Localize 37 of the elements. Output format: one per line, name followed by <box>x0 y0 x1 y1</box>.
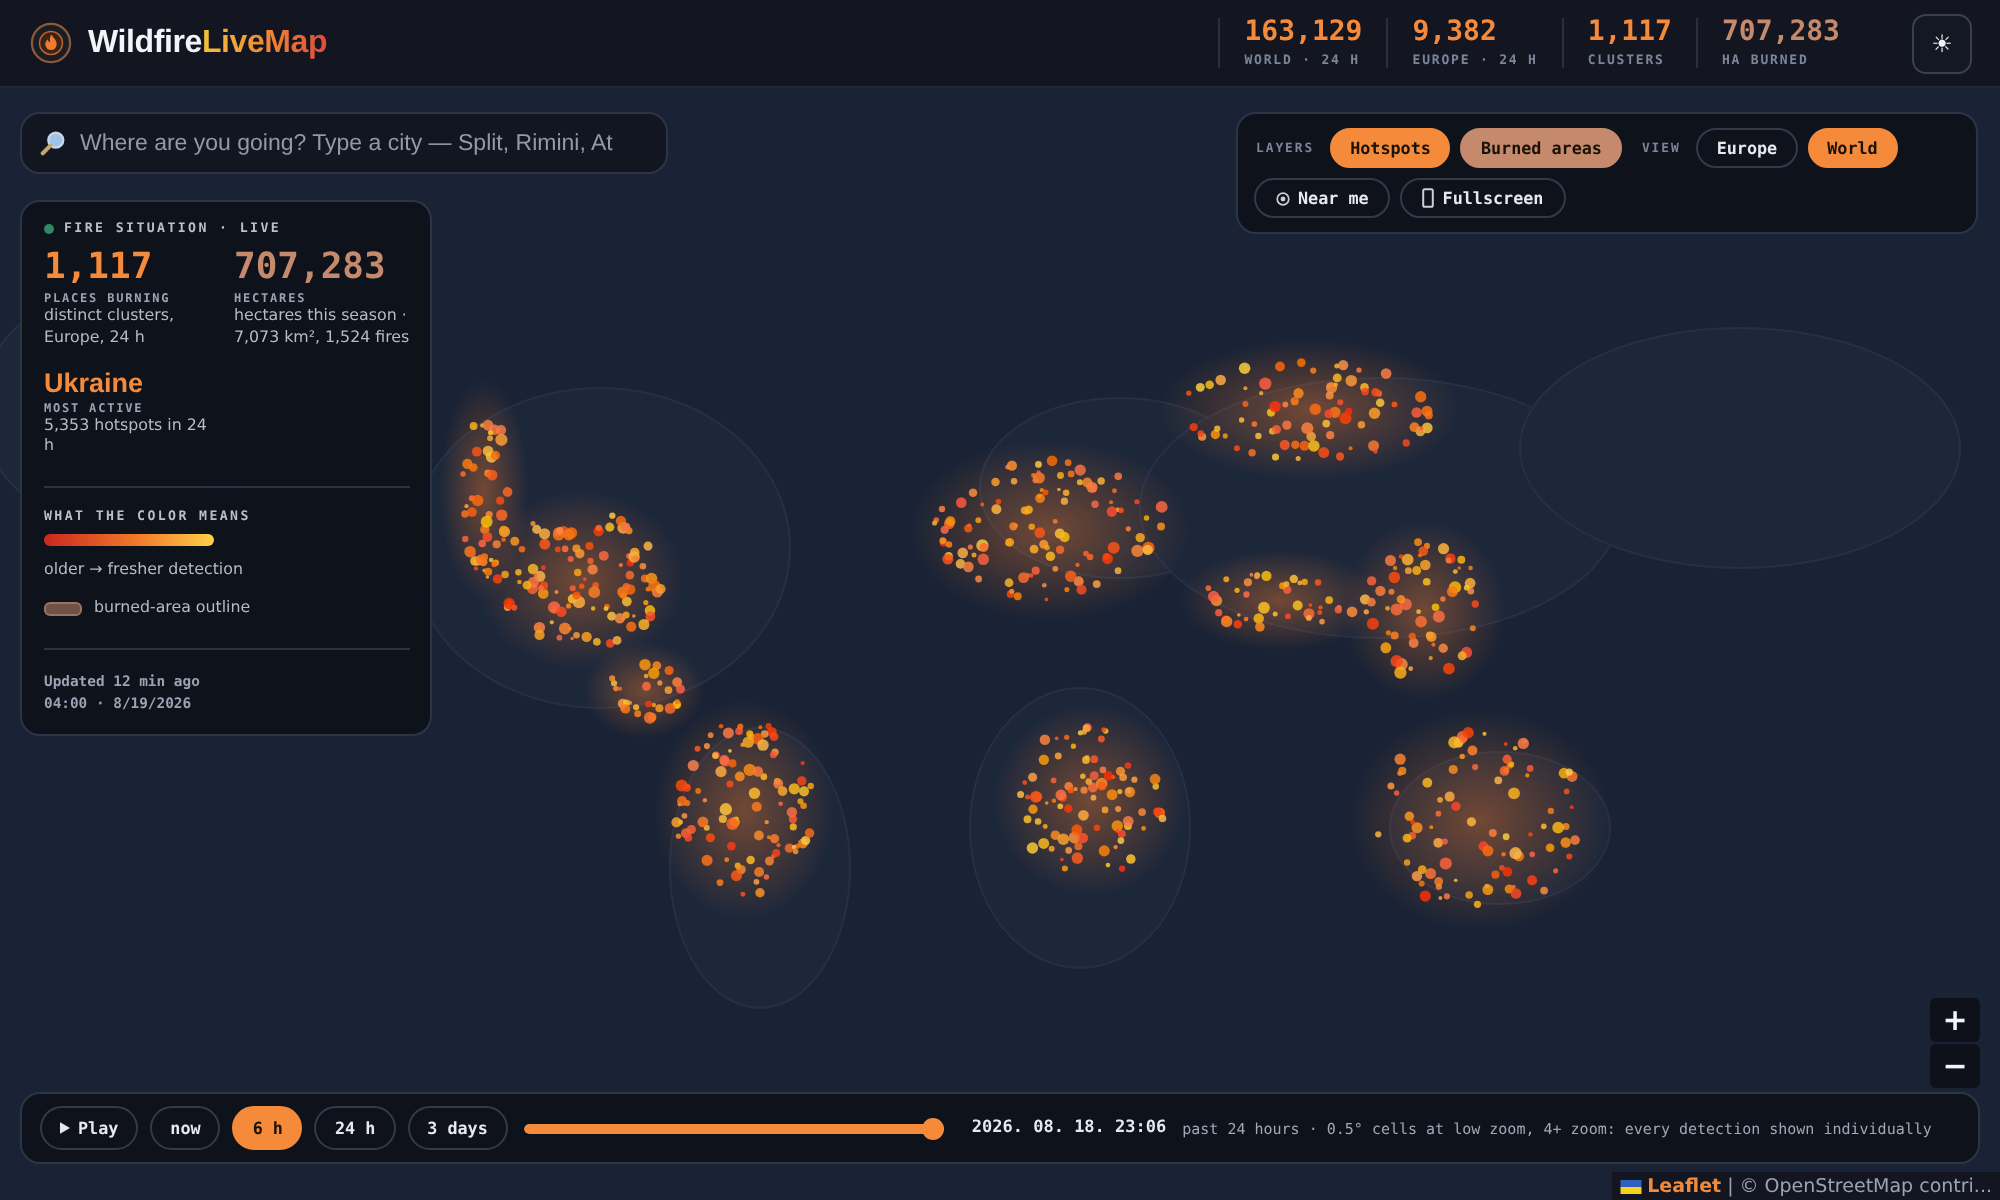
attribution-text: | © OpenStreetMap contri... <box>1727 1175 1992 1197</box>
most-active-country: Ukraine <box>44 367 144 398</box>
frame-icon <box>1422 188 1435 208</box>
stat-value: 163,129 <box>1244 18 1363 48</box>
slider-handle[interactable] <box>921 1117 944 1139</box>
metric-value: 707,283 <box>234 248 386 288</box>
view-tab[interactable]: Europe <box>1696 128 1798 168</box>
search-icon <box>40 130 66 156</box>
burned-outline-swatch-icon <box>44 601 82 616</box>
zoom-out-button[interactable]: − <box>1930 1044 1980 1088</box>
stat-value: 1,117 <box>1587 18 1672 48</box>
view-tab[interactable]: World <box>1807 128 1898 168</box>
timeline-timestamp: 2026. 08. 18. 23:06 <box>971 1118 1167 1138</box>
time-slider[interactable] <box>523 1117 944 1139</box>
time-range-tab[interactable]: 24 h <box>314 1106 396 1150</box>
live-status-dot-icon <box>44 223 54 233</box>
layer-toggle[interactable]: Burned areas <box>1460 128 1622 168</box>
flag-icon <box>1619 1179 1642 1193</box>
near-me-button[interactable]: Near me <box>1254 178 1391 218</box>
leaflet-link[interactable]: Leaflet <box>1647 1175 1722 1197</box>
fullscreen-button[interactable]: Fullscreen <box>1400 178 1566 218</box>
play-button[interactable]: Play <box>40 1106 139 1150</box>
play-icon <box>60 1122 70 1134</box>
metric-value: 1,117 <box>44 248 153 288</box>
time-range-tab[interactable]: now <box>150 1106 221 1150</box>
theme-toggle-button[interactable]: ☀ <box>1912 13 1972 73</box>
target-icon <box>1276 191 1290 205</box>
stat-value: 9,382 <box>1412 18 1499 48</box>
time-range-tab[interactable]: 3 days <box>407 1106 508 1150</box>
zoom-in-button[interactable]: + <box>1930 998 1980 1042</box>
app-title: WildfireLiveMap <box>88 25 328 61</box>
search-field[interactable]: Where are you going? Type a city — Split, Rimini, At <box>20 112 668 174</box>
color-scale-swatch-icon <box>44 534 214 547</box>
flame-logo-icon <box>30 22 72 64</box>
layer-toggle[interactable]: Hotspots <box>1330 128 1451 168</box>
stat-value: 707,283 <box>1721 18 1840 48</box>
time-range-tab[interactable]: 6 h <box>232 1106 303 1150</box>
